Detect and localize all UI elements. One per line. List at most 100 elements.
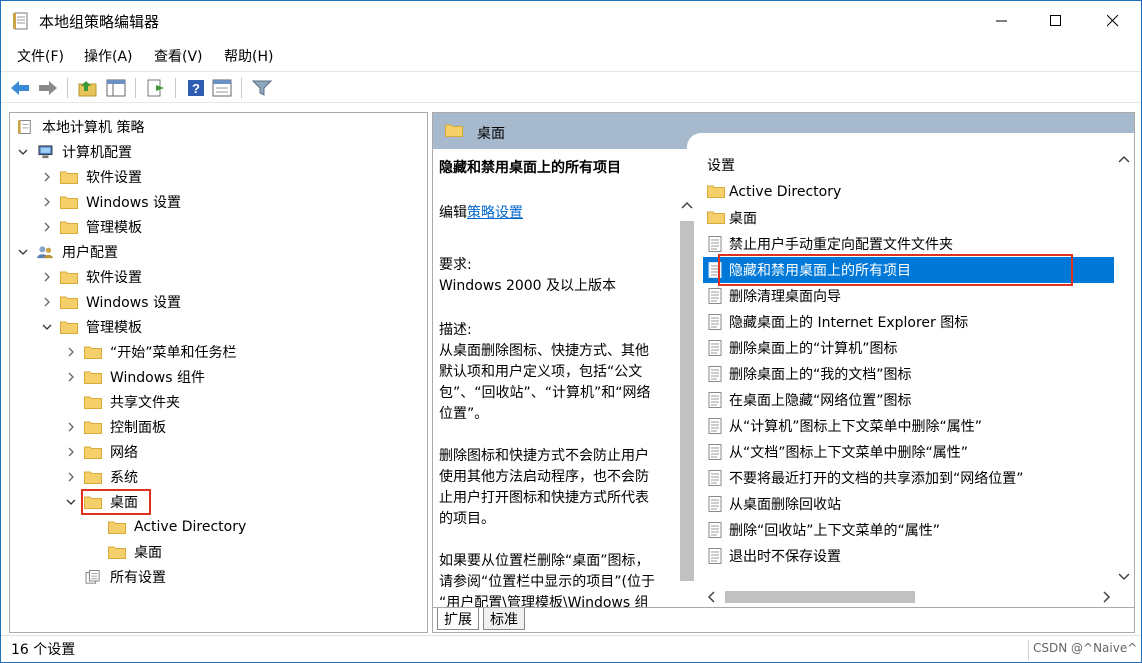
menu-view[interactable]: 查看(V): [154, 46, 203, 66]
settings-vertical-scrollbar[interactable]: [1114, 149, 1134, 589]
tree-item-shared-folders[interactable]: 共享文件夹: [64, 390, 180, 414]
chevron-right-icon[interactable]: [64, 420, 78, 434]
list-item-policy[interactable]: 从“计算机”图标上下文菜单中删除“属性”: [703, 413, 1114, 439]
tree-item-windows-components[interactable]: Windows 组件: [64, 365, 205, 389]
chevron-up-icon[interactable]: [681, 201, 693, 209]
chevron-right-icon[interactable]: [40, 170, 54, 184]
chevron-right-icon[interactable]: [40, 195, 54, 209]
policy-setting-icon: [707, 236, 723, 252]
chevron-down-icon[interactable]: [40, 320, 54, 334]
list-item-policy[interactable]: 隐藏桌面上的 Internet Explorer 图标: [703, 309, 1114, 335]
list-item-policy[interactable]: 删除清理桌面向导: [703, 283, 1114, 309]
list-item-folder[interactable]: 桌面: [703, 205, 1114, 231]
policy-setting-icon: [707, 366, 723, 382]
folder-icon: [707, 210, 725, 226]
settings-horizontal-scrollbar[interactable]: [699, 587, 1134, 607]
tree-item-active-directory[interactable]: Active Directory: [88, 515, 246, 539]
tree-label: 管理模板: [86, 220, 142, 236]
title-bar: 本地组策略编辑器: [1, 1, 1141, 41]
list-item-policy[interactable]: 不要将最近打开的文档的共享添加到“网络位置”: [703, 465, 1114, 491]
properties-icon[interactable]: [211, 77, 233, 99]
no-chevron: [88, 545, 102, 559]
text-line: 的项目。: [439, 511, 495, 527]
edit-policy-link[interactable]: 策略设置: [467, 205, 523, 221]
chevron-right-icon[interactable]: [64, 445, 78, 459]
watermark: CSDN @^Naive^: [1033, 641, 1138, 655]
description-scrollbar[interactable]: [677, 185, 697, 607]
up-folder-icon[interactable]: [77, 77, 99, 99]
chevron-down-icon[interactable]: [1118, 573, 1130, 581]
chevron-up-icon[interactable]: [1118, 155, 1130, 163]
list-item-policy[interactable]: 在桌面上隐藏“网络位置”图标: [703, 387, 1114, 413]
filter-icon[interactable]: [251, 77, 273, 99]
folder-icon: [60, 295, 78, 309]
list-item-policy[interactable]: 删除桌面上的“我的文档”图标: [703, 361, 1114, 387]
policy-setting-icon: [707, 314, 723, 330]
chevron-right-icon[interactable]: [40, 220, 54, 234]
highlight-box: [718, 254, 1073, 286]
chevron-left-icon[interactable]: [707, 591, 715, 603]
close-button[interactable]: [1090, 1, 1136, 41]
tab-extended[interactable]: 扩展: [437, 608, 479, 630]
chevron-right-icon[interactable]: [40, 295, 54, 309]
chevron-right-icon[interactable]: [40, 270, 54, 284]
description-para-3: 如果要从位置栏删除“桌面”图标， 请参阅“位置栏中显示的项目”(位于 “用户配置…: [439, 551, 655, 607]
chevron-right-icon[interactable]: [64, 370, 78, 384]
chevron-down-icon[interactable]: [64, 495, 78, 509]
chevron-right-icon[interactable]: [64, 470, 78, 484]
tree-item-all-settings[interactable]: 所有设置: [64, 565, 166, 589]
show-hide-tree-icon[interactable]: [105, 77, 127, 99]
chevron-right-icon[interactable]: [64, 345, 78, 359]
tree-item-user-admin[interactable]: 管理模板: [40, 315, 142, 339]
scrollbar-thumb[interactable]: [680, 221, 694, 581]
maximize-button[interactable]: [1033, 1, 1079, 41]
list-item-label: 禁止用户手动重定向配置文件文件夹: [729, 237, 953, 253]
tree-item-control-panel[interactable]: 控制面板: [64, 415, 166, 439]
help-icon[interactable]: ?: [185, 77, 207, 99]
tree-item-computer-software[interactable]: 软件设置: [40, 165, 142, 189]
chevron-down-icon[interactable]: [16, 245, 30, 259]
tree-item-user-software[interactable]: 软件设置: [40, 265, 142, 289]
tree-item-computer-windows[interactable]: Windows 设置: [40, 190, 181, 214]
tree-item-system[interactable]: 系统: [64, 465, 138, 489]
tree-item-network[interactable]: 网络: [64, 440, 138, 464]
folder-icon: [60, 170, 78, 184]
text-line: 删除图标和快捷方式不会防止用户: [439, 448, 649, 464]
description-para-1: 从桌面删除图标、快捷方式、其他 默认项和用户定义项，包括“公文 包”、“回收站”…: [439, 341, 651, 425]
tree-item-computer-config[interactable]: 计算机配置: [16, 140, 132, 164]
tree-item-user-windows[interactable]: Windows 设置: [40, 290, 181, 314]
minimize-button[interactable]: [979, 1, 1025, 41]
policy-setting-icon: [707, 340, 723, 356]
settings-list[interactable]: 设置 Active Directory 桌面 禁止用户手动重定向配置文件文件夹隐…: [699, 149, 1134, 607]
list-item-policy[interactable]: 退出时不保存设置: [703, 543, 1114, 569]
tab-standard[interactable]: 标准: [483, 608, 525, 630]
tree-item-user-config[interactable]: 用户配置: [16, 240, 118, 264]
tree-item-start-menu[interactable]: “开始”菜单和任务栏: [64, 340, 237, 364]
menu-action[interactable]: 操作(A): [84, 46, 133, 66]
list-item-folder[interactable]: Active Directory: [703, 179, 1114, 205]
column-header-setting[interactable]: 设置: [707, 155, 735, 175]
tree-item-desktop-sub[interactable]: 桌面: [88, 540, 162, 564]
menu-help[interactable]: 帮助(H): [224, 46, 273, 66]
folder-icon: [108, 520, 126, 534]
tree-item-computer-admin[interactable]: 管理模板: [40, 215, 142, 239]
policy-title: 隐藏和禁用桌面上的所有项目: [439, 160, 621, 176]
close-icon: [1107, 15, 1119, 27]
chevron-down-icon[interactable]: [16, 145, 30, 159]
forward-arrow-icon[interactable]: [37, 77, 59, 99]
tree-label: 桌面: [134, 545, 162, 561]
list-item-policy[interactable]: 从“文档”图标上下文菜单中删除“属性”: [703, 439, 1114, 465]
tree-root[interactable]: 本地计算机 策略: [16, 115, 144, 139]
tree-label: Windows 设置: [86, 295, 181, 311]
menu-file[interactable]: 文件(F): [17, 46, 64, 66]
chevron-right-icon[interactable]: [1103, 591, 1111, 603]
export-list-icon[interactable]: [145, 77, 167, 99]
scrollbar-thumb[interactable]: [725, 591, 915, 603]
list-item-policy[interactable]: 删除“回收站”上下文菜单的“属性”: [703, 517, 1114, 543]
menu-bar: 文件(F) 操作(A) 查看(V) 帮助(H): [1, 41, 1141, 69]
list-item-policy[interactable]: 删除桌面上的“计算机”图标: [703, 335, 1114, 361]
list-item-policy[interactable]: 从桌面删除回收站: [703, 491, 1114, 517]
back-arrow-icon[interactable]: [9, 77, 31, 99]
policy-tree[interactable]: 本地计算机 策略 计算机配置 软件设置 Windows 设置 管理模板 用户配置: [9, 112, 428, 633]
tree-label: 软件设置: [86, 270, 142, 286]
